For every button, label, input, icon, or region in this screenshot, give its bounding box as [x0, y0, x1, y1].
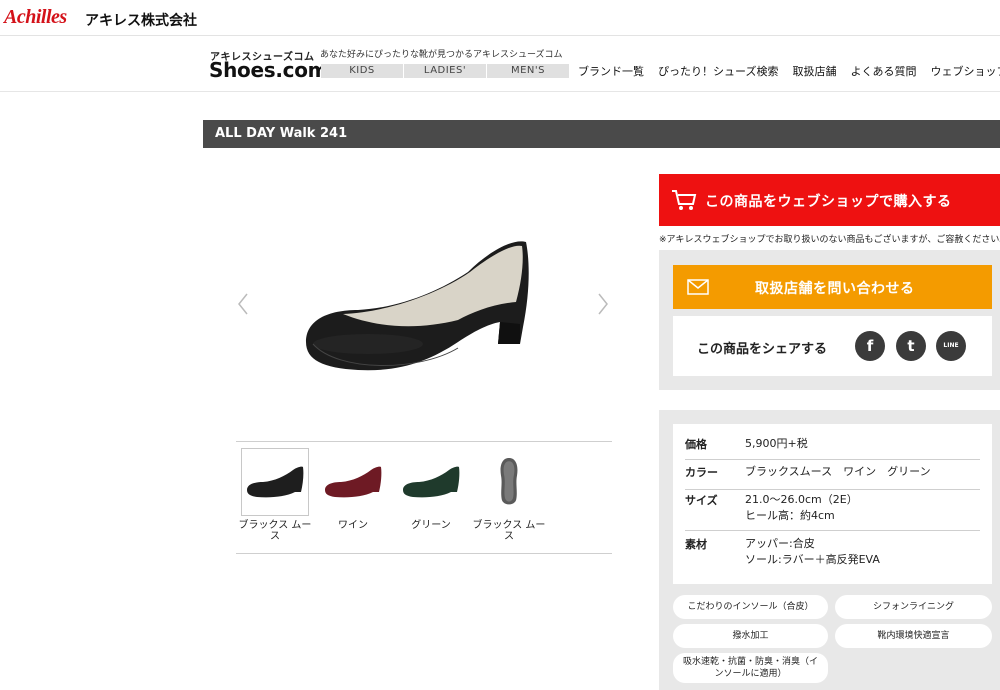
- thumbnail-black[interactable]: ブラックス ムース: [237, 448, 313, 542]
- corporate-header: Achilles アキレス株式会社: [0, 0, 1000, 36]
- nav-shoe-search[interactable]: ぴったり！シューズ検索: [658, 63, 778, 79]
- feature-tag[interactable]: シフォンライニング: [835, 595, 992, 619]
- inquire-store-label: 取扱店舗を問い合わせる: [755, 281, 915, 297]
- feature-tag[interactable]: こだわりのインソール（合皮）: [673, 595, 828, 619]
- thumbnail-label: ワイン: [338, 520, 368, 531]
- thumbnail-label: グリーン: [411, 520, 451, 531]
- thumbnail-sole[interactable]: ブラックス ムース: [471, 448, 547, 542]
- spec-value: ソール:ラバー＋高反発EVA: [745, 553, 880, 566]
- site-logo[interactable]: Shoes.com: [209, 58, 328, 82]
- tab-kids[interactable]: KIDS: [321, 64, 403, 78]
- nav-webshop[interactable]: ウェブショップ: [930, 63, 1000, 79]
- spec-value: 5,900円+税: [745, 437, 808, 450]
- site-tagline: あなた好みにぴったりな靴が見つかるアキレスシューズコム: [320, 50, 563, 60]
- nav-faq[interactable]: よくある質問: [850, 63, 916, 79]
- thumbnail-label: ブラックス ムース: [238, 520, 312, 542]
- thumb-divider-top: [236, 441, 612, 442]
- nav-stores[interactable]: 取扱店舗: [792, 63, 836, 79]
- product-title: ALL DAY Walk 241: [215, 126, 348, 141]
- share-label: この商品をシェアする: [697, 342, 828, 357]
- spec-row-price: 価格 5,900円+税: [685, 436, 980, 460]
- spec-row-material: 素材 アッパー:合皮 ソール:ラバー＋高反発EVA: [685, 536, 980, 576]
- prev-arrow-icon[interactable]: [236, 292, 250, 316]
- spec-value: ブラックスムース ワイン グリーン: [745, 465, 931, 478]
- share-box: この商品をシェアする f t LINE: [673, 316, 992, 376]
- tab-mens[interactable]: MEN'S: [487, 64, 569, 78]
- spec-row-size: サイズ 21.0〜26.0cm（2E） ヒール高：約4cm: [685, 492, 980, 531]
- spec-value: 21.0〜26.0cm（2E）: [745, 493, 858, 506]
- thumbnail-label: ブラックス ムース: [472, 520, 546, 542]
- spec-row-color: カラー ブラックスムース ワイン グリーン: [685, 464, 980, 490]
- buy-webshop-button[interactable]: この商品をウェブショップで購入する: [659, 174, 1000, 226]
- mail-icon: [687, 279, 709, 295]
- spec-key: サイズ: [685, 494, 718, 507]
- twitter-icon[interactable]: t: [896, 331, 926, 361]
- site-header: アキレスシューズコム Shoes.com あなた好みにぴったりな靴が見つかるアキ…: [0, 36, 1000, 92]
- spec-value: ヒール高：約4cm: [745, 509, 835, 522]
- thumbnail-wine[interactable]: ワイン: [315, 448, 391, 542]
- nav-brands[interactable]: ブランド一覧: [578, 63, 644, 79]
- line-icon[interactable]: LINE: [936, 331, 966, 361]
- company-name: アキレス株式会社: [85, 13, 197, 29]
- spec-key: 素材: [685, 538, 707, 551]
- category-tabs: KIDS LADIES' MEN'S: [321, 64, 570, 78]
- thumbnail-green[interactable]: グリーン: [393, 448, 469, 542]
- next-arrow-icon[interactable]: [596, 292, 610, 316]
- thumbnail-list: ブラックス ムース ワイン グリーン ブラックス ムース: [237, 448, 549, 542]
- cart-icon: [672, 190, 697, 210]
- achilles-logo[interactable]: Achilles: [4, 6, 67, 29]
- buy-note: ※アキレスウェブショップでお取り扱いのない商品もございますが、ご容赦ください。: [659, 235, 1000, 245]
- thumb-divider-bottom: [236, 553, 612, 554]
- feature-tag[interactable]: 撥水加工: [673, 624, 828, 648]
- main-product-image: [298, 232, 538, 382]
- spec-value: アッパー:合皮: [745, 537, 815, 550]
- facebook-icon[interactable]: f: [855, 331, 885, 361]
- inquire-store-button[interactable]: 取扱店舗を問い合わせる: [673, 265, 992, 309]
- feature-tag[interactable]: 吸水速乾・抗菌・防臭・消臭（インソールに適用）: [673, 653, 828, 683]
- spec-table: 価格 5,900円+税 カラー ブラックスムース ワイン グリーン サイズ 21…: [673, 424, 992, 584]
- feature-tag[interactable]: 靴内環境快適宣言: [835, 624, 992, 648]
- tab-ladies[interactable]: LADIES': [404, 64, 486, 78]
- spec-key: 価格: [685, 438, 707, 451]
- product-title-bar: ALL DAY Walk 241: [203, 120, 1000, 148]
- buy-webshop-label: この商品をウェブショップで購入する: [705, 194, 952, 210]
- global-nav: ブランド一覧 ぴったり！シューズ検索 取扱店舗 よくある質問 ウェブショップ: [578, 63, 1000, 79]
- spec-key: カラー: [685, 466, 718, 479]
